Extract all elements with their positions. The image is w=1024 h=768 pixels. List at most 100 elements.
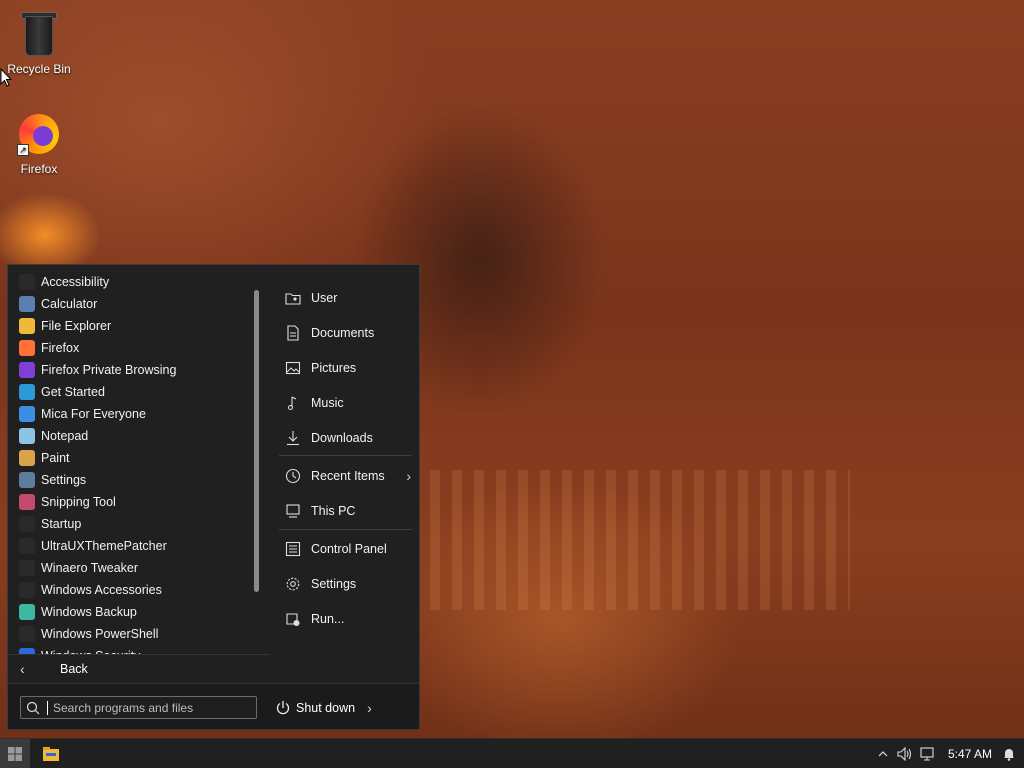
app-label: Firefox (41, 341, 80, 355)
start-menu: Accessibility Calculator File Explorer Fire… (7, 264, 420, 730)
list-item[interactable]: Notepad (8, 425, 270, 447)
place-this-pc[interactable]: This PC (277, 496, 413, 526)
list-item[interactable]: Windows PowerShell (8, 623, 270, 645)
recent-items-icon (285, 468, 301, 484)
list-item[interactable]: Winaero Tweaker (8, 557, 270, 579)
place-label: User (311, 291, 338, 305)
app-label: Get Started (41, 385, 105, 399)
place-label: Control Panel (311, 542, 387, 556)
place-control-panel[interactable]: Control Panel (277, 534, 413, 564)
chevron-right-icon[interactable]: › (367, 700, 372, 716)
chevron-up-icon[interactable] (872, 739, 894, 768)
list-item[interactable]: Startup (8, 513, 270, 535)
place-run[interactable]: Run... (277, 604, 413, 634)
app-label: Settings (41, 473, 87, 487)
place-user-folder[interactable]: User (277, 283, 413, 313)
list-item[interactable]: Windows Accessories (8, 579, 270, 601)
place-label: Documents (311, 326, 375, 340)
desktop-icon-recycle-bin[interactable]: Recycle Bin (1, 10, 77, 76)
settings-icon (19, 472, 35, 488)
app-label: Windows Backup (41, 605, 137, 619)
notification-bell-icon[interactable] (998, 739, 1020, 768)
backup-icon (19, 604, 35, 620)
start-bottom-bar: Shut down › (8, 683, 419, 729)
taskbar-clock[interactable]: 5:47 AM (948, 747, 992, 761)
list-item[interactable]: Firefox Private Browsing (8, 359, 270, 381)
power-icon (276, 700, 290, 714)
back-button[interactable]: ‹ Back (8, 654, 270, 682)
shortcut-arrow-icon: ↗ (17, 144, 29, 156)
list-item[interactable]: Windows Security (8, 645, 270, 654)
folder-icon (19, 626, 35, 642)
list-item[interactable]: Firefox (8, 337, 270, 359)
menu-separator (279, 529, 412, 530)
app-label: Firefox Private Browsing (41, 363, 177, 377)
list-item[interactable]: Calculator (8, 293, 270, 315)
list-item[interactable]: Windows Backup (8, 601, 270, 623)
app-label: Windows PowerShell (41, 627, 159, 641)
place-label: Music (311, 396, 344, 410)
app-label: File Explorer (41, 319, 112, 333)
place-label: This PC (311, 504, 356, 518)
app-list[interactable]: Accessibility Calculator File Explorer Fire… (8, 271, 270, 654)
place-label: Downloads (311, 431, 373, 445)
desktop-icon-firefox[interactable]: ↗ Firefox (1, 110, 77, 176)
folder-icon (19, 582, 35, 598)
menu-separator (279, 455, 412, 456)
app-label: Startup (41, 517, 82, 531)
list-item[interactable]: Accessibility (8, 271, 270, 293)
network-icon[interactable] (916, 739, 938, 768)
place-label: Pictures (311, 361, 357, 375)
mouse-cursor-icon (0, 68, 12, 87)
app-label: Calculator (41, 297, 98, 311)
search-input[interactable] (53, 700, 243, 715)
firefox-icon: ↗ (15, 110, 63, 158)
taskbar: 5:47 AM (0, 738, 1024, 768)
downloads-icon (287, 431, 299, 446)
calculator-icon (19, 296, 35, 312)
folder-icon (19, 516, 35, 532)
text-caret (47, 700, 48, 715)
chevron-left-icon: ‹ (20, 660, 25, 677)
firefox-icon (19, 340, 35, 356)
music-icon (287, 396, 297, 411)
volume-icon[interactable] (894, 739, 916, 768)
place-downloads[interactable]: Downloads (277, 423, 413, 453)
notepad-icon (19, 428, 35, 444)
list-item[interactable]: UltraUXThemePatcher (8, 535, 270, 557)
list-item[interactable]: File Explorer (8, 315, 270, 337)
list-item[interactable]: Get Started (8, 381, 270, 403)
taskbar-file-explorer[interactable] (36, 739, 66, 768)
place-documents[interactable]: Documents (277, 318, 413, 348)
place-settings[interactable]: Settings (277, 569, 413, 599)
run-icon (286, 613, 300, 626)
firefox-private-icon (19, 362, 35, 378)
list-item[interactable]: Snipping Tool (8, 491, 270, 513)
start-button[interactable] (0, 739, 30, 768)
file-explorer-icon (19, 318, 35, 334)
windows-logo-icon (8, 747, 22, 761)
app-label: Snipping Tool (41, 495, 116, 509)
back-label: Back (60, 661, 88, 676)
search-box[interactable] (20, 696, 257, 719)
desktop-icon-label: Firefox (20, 162, 58, 176)
app-list-scrollbar[interactable] (254, 290, 259, 592)
list-item[interactable]: Settings (8, 469, 270, 491)
control-panel-icon (285, 541, 301, 557)
list-item[interactable]: Paint (8, 447, 270, 469)
chevron-right-icon: › (406, 468, 411, 484)
place-recent-items[interactable]: Recent Items › (277, 461, 413, 491)
app-label: Paint (41, 451, 70, 465)
place-music[interactable]: Music (277, 388, 413, 418)
app-label: Mica For Everyone (41, 407, 146, 421)
app-label: Notepad (41, 429, 89, 443)
user-folder-icon (285, 293, 301, 305)
list-item[interactable]: Mica For Everyone (8, 403, 270, 425)
place-pictures[interactable]: Pictures (277, 353, 413, 383)
wallpaper-detail (430, 470, 850, 610)
place-label: Run... (311, 612, 345, 626)
app-label: Winaero Tweaker (41, 561, 139, 575)
app-label: Accessibility (41, 275, 110, 289)
place-label: Settings (311, 577, 357, 591)
shutdown-button[interactable]: Shut down › (275, 696, 372, 719)
